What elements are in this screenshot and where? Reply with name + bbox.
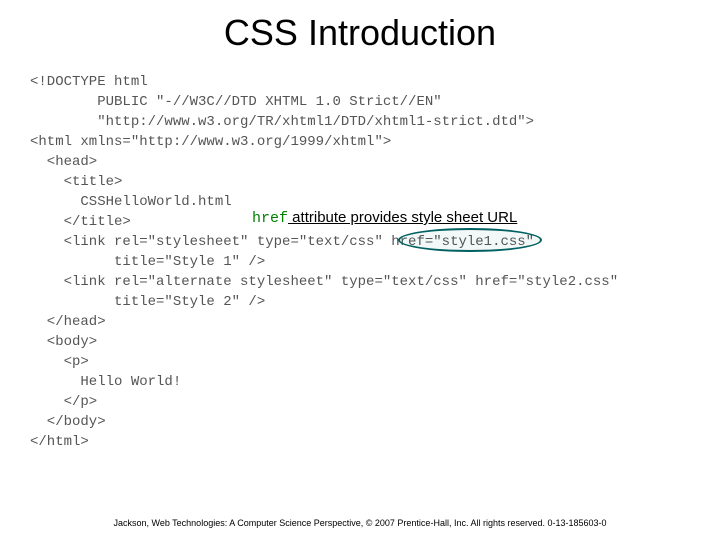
- annotation-keyword: href: [252, 210, 288, 227]
- highlight-ellipse: [398, 228, 542, 252]
- slide: CSS Introduction <!DOCTYPE html PUBLIC "…: [0, 0, 720, 540]
- annotation-text: attribute provides style sheet URL: [288, 209, 517, 226]
- footer-text: Jackson, Web Technologies: A Computer Sc…: [0, 518, 720, 528]
- code-block: <!DOCTYPE html PUBLIC "-//W3C//DTD XHTML…: [30, 72, 618, 452]
- slide-title: CSS Introduction: [0, 12, 720, 54]
- annotation: href attribute provides style sheet URL: [252, 209, 517, 227]
